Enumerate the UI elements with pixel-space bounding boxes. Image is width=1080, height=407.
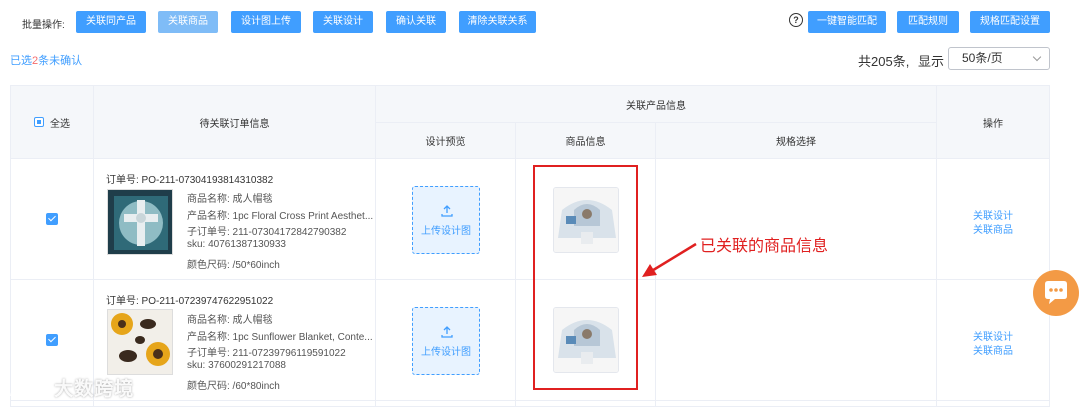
row-checkbox[interactable] <box>46 334 58 346</box>
select-all-checkbox[interactable] <box>34 117 44 127</box>
help-icon[interactable]: ? <box>789 13 803 27</box>
annotation-text: 已关联的商品信息 <box>700 238 829 255</box>
chat-bubble-icon <box>1045 281 1067 304</box>
upload-design-area[interactable]: 上传设计图 <box>412 307 480 375</box>
order-thumbnail <box>107 189 173 255</box>
row-checkbox[interactable] <box>46 213 58 225</box>
sunflower-blanket-image <box>108 310 172 374</box>
show-label: 显示 <box>918 54 945 69</box>
link-design-button[interactable]: 关联设计 <box>313 11 373 33</box>
sub-order-number: 子订单号: 211-07304172842790382 <box>187 227 347 238</box>
batch-toolbar: 批量操作: 关联同产品 关联商品 设计图上传 关联设计 确认关联 清除关联关系 … <box>0 11 1080 33</box>
batch-label: 批量操作: <box>22 20 65 31</box>
selection-prefix: 已选 <box>10 55 32 67</box>
chat-button[interactable] <box>1033 270 1079 316</box>
col-divider <box>936 159 937 407</box>
selection-suffix: 条未确认 <box>38 55 83 67</box>
product-name: 商品名称: 成人帽毯 <box>187 194 273 205</box>
annotation-arrow-icon <box>642 242 697 277</box>
upload-label: 上传设计图 <box>421 347 471 358</box>
highlight-box <box>533 165 638 390</box>
chevron-down-icon <box>1032 52 1042 62</box>
sku: sku: 37600291217088 <box>187 360 286 371</box>
upload-label: 上传设计图 <box>421 226 471 237</box>
match-rules-button[interactable]: 匹配规则 <box>897 11 959 33</box>
watermark-text: 大数跨境 <box>54 379 135 400</box>
cross-print-image <box>108 190 172 254</box>
watermark-icon <box>10 382 46 397</box>
spec-match-settings-button[interactable]: 规格匹配设置 <box>970 11 1050 33</box>
link-product-button[interactable]: 关联商品 <box>158 11 218 33</box>
row-divider <box>11 400 1049 401</box>
col-divider <box>655 159 656 407</box>
link-same-product-button[interactable]: 关联同产品 <box>76 11 146 33</box>
smart-match-button[interactable]: 一键智能匹配 <box>808 11 886 33</box>
header-linked-product-group: 关联产品信息 <box>376 86 937 123</box>
header-spec-select: 规格选择 <box>656 123 937 159</box>
upload-icon <box>441 205 453 217</box>
row-divider <box>11 279 1049 280</box>
row-link-design-link[interactable]: 关联设计 <box>963 328 1023 343</box>
total-count: 共205条, <box>858 54 910 69</box>
select-all-label: 全选 <box>50 118 70 130</box>
header-order-info: 待关联订单信息 <box>94 86 376 159</box>
col-divider <box>515 159 516 407</box>
color-size: 颜色尺码: /60*80inch <box>187 381 280 392</box>
order-number: 订单号: PO-211-07304193814310382 <box>106 175 274 186</box>
order-number: 订单号: PO-211-07239747622951022 <box>106 296 274 307</box>
order-table: 全选 待关联订单信息 关联产品信息 设计预览 商品信息 规格选择 操作 订单号:… <box>10 85 1050 407</box>
sub-order-number: 子订单号: 211-07239796119591022 <box>187 348 346 359</box>
page-size-select[interactable]: 50条/页 <box>948 47 1050 70</box>
page-size-value: 50条/页 <box>962 51 1003 65</box>
order-thumbnail <box>107 309 173 375</box>
upload-design-area[interactable]: 上传设计图 <box>412 186 480 254</box>
confirm-link-button[interactable]: 确认关联 <box>386 11 446 33</box>
clear-link-button[interactable]: 清除关联关系 <box>459 11 536 33</box>
row-link-design-link[interactable]: 关联设计 <box>963 207 1023 222</box>
header-product-info: 商品信息 <box>516 123 656 159</box>
product-title: 产品名称: 1pc Floral Cross Print Aesthet... <box>187 211 374 222</box>
selection-info: 已选2条未确认 <box>10 52 82 68</box>
row-link-product-link[interactable]: 关联商品 <box>963 221 1023 236</box>
product-title: 产品名称: 1pc Sunflower Blanket, Conte... <box>187 332 373 343</box>
col-divider <box>93 159 94 407</box>
watermark-logo: 大数跨境 <box>8 374 134 402</box>
product-name: 商品名称: 成人帽毯 <box>187 315 273 326</box>
col-divider <box>375 159 376 407</box>
upload-icon <box>441 326 453 338</box>
color-size: 颜色尺码: /50*60inch <box>187 260 280 271</box>
select-all-cell[interactable]: 全选 <box>11 86 94 159</box>
row-link-product-link[interactable]: 关联商品 <box>963 342 1023 357</box>
header-design-preview: 设计预览 <box>376 123 516 159</box>
upload-design-button[interactable]: 设计图上传 <box>231 11 301 33</box>
sku: sku: 40761387130933 <box>187 239 286 250</box>
header-ops: 操作 <box>937 86 1049 159</box>
